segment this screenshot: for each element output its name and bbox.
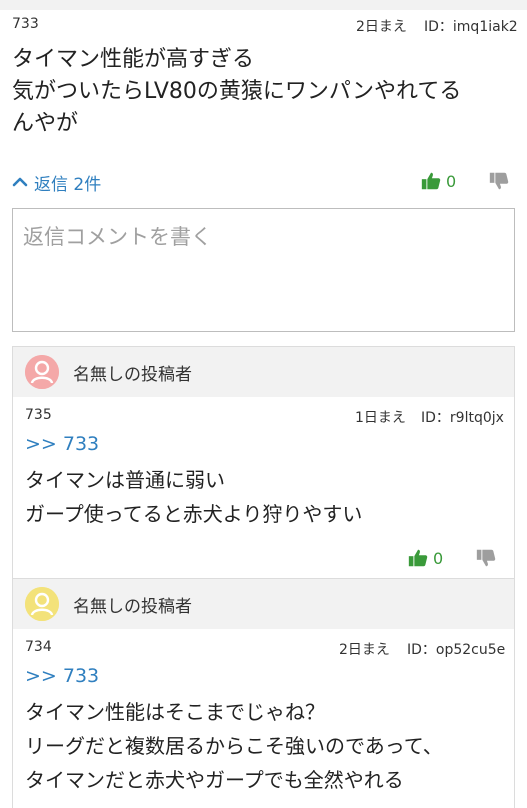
thumbs-up-icon bbox=[408, 549, 428, 567]
post-date: 2日まえ bbox=[356, 19, 407, 35]
chevron-up-icon bbox=[12, 177, 28, 187]
thumbs-up-icon bbox=[421, 172, 441, 190]
reply-user-id: ID：op52cu5e bbox=[407, 642, 506, 658]
reply-anchor-link[interactable]: >> 733 bbox=[13, 661, 514, 691]
reply-card: 名無しの投稿者 734 2日まえ ID：op52cu5e >> 733 タイマン… bbox=[12, 578, 515, 808]
thumbs-down-icon bbox=[476, 549, 496, 567]
reply-meta: 735 1日まえ ID：r9ltq0jx bbox=[13, 399, 514, 429]
post-downvote-button[interactable] bbox=[488, 170, 510, 192]
reply-meta: 734 2日まえ ID：op52cu5e bbox=[13, 631, 514, 661]
post-upvote-button[interactable]: 0 bbox=[420, 170, 456, 192]
thumbs-down-icon bbox=[489, 172, 509, 190]
reply-toggle-button[interactable]: 返信 2件 bbox=[10, 170, 102, 195]
avatar bbox=[25, 587, 59, 621]
reply-number: 734 bbox=[25, 639, 52, 655]
reply-body: 734 2日まえ ID：op52cu5e >> 733 タイマン性能はそこまでじ… bbox=[13, 631, 514, 797]
reply-upvote-count: 0 bbox=[433, 548, 444, 568]
reply-header: 名無しの投稿者 bbox=[13, 347, 514, 397]
reply-downvote-button[interactable] bbox=[475, 547, 497, 569]
avatar bbox=[25, 355, 59, 389]
user-avatar-icon bbox=[25, 355, 59, 389]
reply-author: 名無しの投稿者 bbox=[73, 364, 192, 385]
reply-author: 名無しの投稿者 bbox=[73, 596, 192, 617]
top-strip bbox=[0, 0, 527, 10]
reply-header: 名無しの投稿者 bbox=[13, 579, 514, 629]
reply-user-id: ID：r9ltq0jx bbox=[421, 410, 504, 426]
reply-comment-input[interactable] bbox=[12, 208, 515, 332]
reply-anchor-link[interactable]: >> 733 bbox=[13, 429, 514, 459]
reply-date: 1日まえ bbox=[355, 410, 406, 426]
reply-toggle-label: 返信 2件 bbox=[34, 174, 102, 195]
reply-date: 2日まえ bbox=[339, 642, 390, 658]
post-number: 733 bbox=[12, 16, 39, 32]
post-user-id: ID：imq1iak2 bbox=[424, 19, 518, 35]
post-body: タイマン性能が高すぎる 気がついたらLV80の黄猿にワンパンやれてる んやが bbox=[12, 47, 462, 136]
reply-text: タイマン性能はそこまでじゃね？ リーグだと複数居るからこそ強いのであって、 タイ… bbox=[25, 700, 443, 792]
reply-upvote-button[interactable]: 0 bbox=[407, 547, 443, 569]
post-upvote-count: 0 bbox=[446, 171, 457, 191]
user-avatar-icon bbox=[25, 587, 59, 621]
reply-card: 名無しの投稿者 735 1日まえ ID：r9ltq0jx >> 733 タイマン… bbox=[12, 346, 515, 578]
reply-body: 735 1日まえ ID：r9ltq0jx >> 733 タイマンは普通に弱い ガ… bbox=[13, 399, 514, 531]
reply-text: タイマンは普通に弱い ガープ使ってると赤犬より狩りやすい bbox=[25, 468, 363, 526]
reply-number: 735 bbox=[25, 407, 52, 423]
post-meta: 733 2日まえ ID：imq1iak2 bbox=[0, 14, 527, 36]
